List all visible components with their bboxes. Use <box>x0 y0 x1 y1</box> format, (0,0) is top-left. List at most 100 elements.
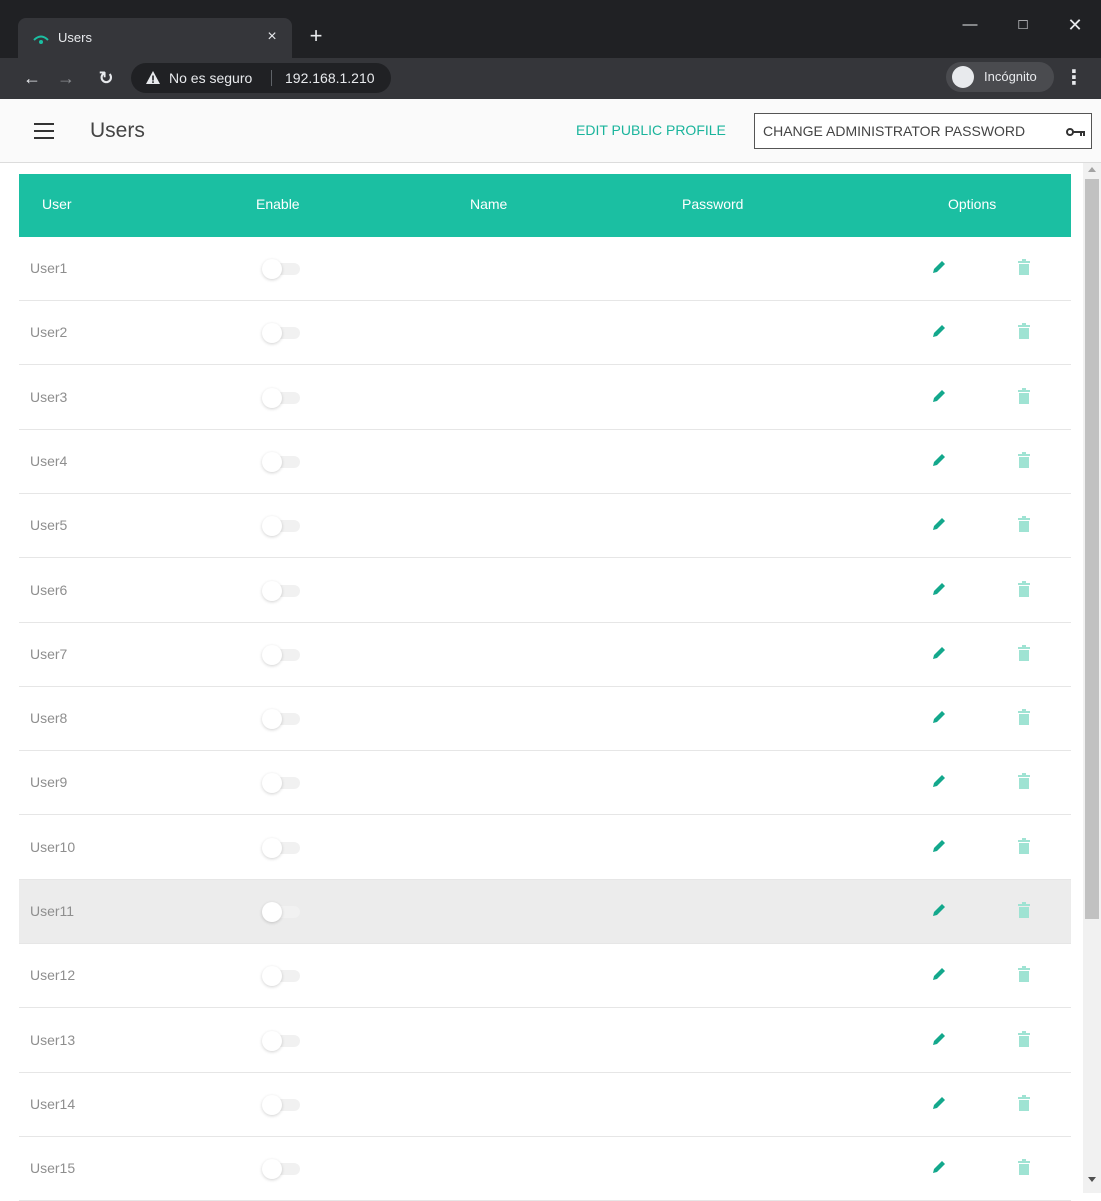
minimize-icon[interactable]: — <box>950 10 990 40</box>
maximize-icon[interactable]: □ <box>1003 10 1043 40</box>
reload-icon[interactable]: ↻ <box>92 64 120 92</box>
incognito-icon <box>952 66 974 88</box>
warning-icon[interactable] <box>145 70 161 86</box>
hamburger-menu-icon[interactable] <box>34 123 54 139</box>
toggle-knob <box>262 709 282 730</box>
edit-pencil-icon[interactable] <box>931 645 947 661</box>
trash-icon[interactable] <box>1017 1030 1031 1047</box>
enable-toggle[interactable] <box>262 902 302 922</box>
enable-toggle[interactable] <box>262 516 302 537</box>
table-row: User9 <box>19 751 1071 816</box>
toggle-knob <box>262 1159 282 1180</box>
tab-close-icon[interactable]: × <box>262 27 282 47</box>
edit-pencil-icon[interactable] <box>931 388 947 404</box>
scrollbar[interactable] <box>1083 163 1101 1193</box>
table-row: User11 <box>19 880 1071 944</box>
tab-title: Users <box>58 30 92 45</box>
user-cell: User8 <box>30 710 68 727</box>
trash-icon[interactable] <box>1017 902 1031 918</box>
enable-toggle[interactable] <box>262 323 302 344</box>
url-text[interactable]: 192.168.1.210 <box>285 70 375 86</box>
edit-pencil-icon[interactable] <box>931 1095 947 1111</box>
user-cell: User12 <box>30 967 76 984</box>
table-row: User3 <box>19 365 1071 430</box>
edit-pencil-icon[interactable] <box>931 709 947 725</box>
table-row: User2 <box>19 301 1071 366</box>
user-cell: User9 <box>30 774 68 791</box>
enable-toggle[interactable] <box>262 966 302 987</box>
edit-pencil-icon[interactable] <box>931 838 947 854</box>
tab-users[interactable]: Users × <box>18 18 292 58</box>
edit-pencil-icon[interactable] <box>931 773 947 789</box>
user-cell: User6 <box>30 581 68 598</box>
trash-icon[interactable] <box>1017 1094 1031 1111</box>
table-row: User8 <box>19 687 1071 752</box>
column-header-user: User <box>42 196 72 212</box>
enable-toggle[interactable] <box>262 1030 302 1051</box>
enable-toggle[interactable] <box>262 1094 302 1115</box>
column-header-enable: Enable <box>256 196 300 212</box>
table-row: User4 <box>19 429 1071 494</box>
page-title: Users <box>90 119 145 142</box>
enable-toggle[interactable] <box>262 644 302 665</box>
enable-toggle[interactable] <box>262 451 302 472</box>
edit-pencil-icon[interactable] <box>931 581 947 597</box>
security-status[interactable]: No es seguro <box>169 70 252 86</box>
scroll-down-arrow-icon[interactable] <box>1088 1177 1096 1182</box>
close-window-icon[interactable]: ✕ <box>1055 10 1095 40</box>
incognito-badge[interactable]: Incógnito <box>946 62 1054 92</box>
trash-icon[interactable] <box>1017 580 1031 597</box>
enable-toggle[interactable] <box>262 837 302 858</box>
change-admin-password-label: CHANGE ADMINISTRATOR PASSWORD <box>763 123 1026 139</box>
trash-icon[interactable] <box>1017 709 1031 726</box>
trash-icon[interactable] <box>1017 773 1031 790</box>
app-header: Users EDIT PUBLIC PROFILE CHANGE ADMINIS… <box>0 99 1101 163</box>
trash-icon[interactable] <box>1017 1159 1031 1176</box>
edit-pencil-icon[interactable] <box>931 516 947 532</box>
omnibox-separator <box>271 70 272 86</box>
trash-icon[interactable] <box>1017 451 1031 468</box>
change-admin-password-button[interactable]: CHANGE ADMINISTRATOR PASSWORD <box>754 113 1092 149</box>
edit-pencil-icon[interactable] <box>931 452 947 468</box>
browser-menu-icon[interactable]: ⋮ <box>1064 64 1084 92</box>
users-table: User Enable Name Password Options User1 U… <box>0 163 1101 1201</box>
edit-public-profile-link[interactable]: EDIT PUBLIC PROFILE <box>576 122 726 138</box>
user-cell: User4 <box>30 452 68 469</box>
forward-arrow-icon[interactable]: → <box>52 64 80 92</box>
user-cell: User15 <box>30 1160 76 1177</box>
enable-toggle[interactable] <box>262 773 302 794</box>
trash-icon[interactable] <box>1017 323 1031 340</box>
user-cell: User2 <box>30 324 68 341</box>
edit-pencil-icon[interactable] <box>931 966 947 982</box>
trash-icon[interactable] <box>1017 644 1031 661</box>
edit-pencil-icon[interactable] <box>931 1159 947 1175</box>
edit-pencil-icon[interactable] <box>931 1031 947 1047</box>
enable-toggle[interactable] <box>262 259 302 279</box>
table-row: User15 <box>19 1137 1071 1201</box>
trash-icon[interactable] <box>1017 259 1031 275</box>
trash-icon[interactable] <box>1017 387 1031 404</box>
trash-icon[interactable] <box>1017 837 1031 854</box>
key-icon <box>1066 128 1085 136</box>
browser-toolbar: ← → ↻ No es seguro 192.168.1.210 ☆ <box>0 58 1101 99</box>
enable-toggle[interactable] <box>262 387 302 408</box>
trash-icon[interactable] <box>1017 966 1031 983</box>
edit-pencil-icon[interactable] <box>931 902 947 918</box>
column-header-password: Password <box>682 196 744 212</box>
enable-toggle[interactable] <box>262 709 302 730</box>
trash-icon[interactable] <box>1017 516 1031 533</box>
enable-toggle[interactable] <box>262 1159 302 1180</box>
omnibox-field[interactable]: No es seguro 192.168.1.210 <box>131 63 391 93</box>
scroll-up-arrow-icon[interactable] <box>1088 167 1096 172</box>
address-bar[interactable]: No es seguro 192.168.1.210 ☆ <box>131 63 1061 93</box>
tab-strip: Users × + — □ ✕ <box>0 0 1101 58</box>
scrollbar-thumb[interactable] <box>1085 179 1099 919</box>
user-cell: User13 <box>30 1031 76 1048</box>
user-cell: User1 <box>30 260 68 276</box>
new-tab-button[interactable]: + <box>304 24 328 48</box>
back-arrow-icon[interactable]: ← <box>18 64 46 92</box>
enable-toggle[interactable] <box>262 580 302 601</box>
toggle-knob <box>262 966 282 987</box>
edit-pencil-icon[interactable] <box>931 259 947 275</box>
edit-pencil-icon[interactable] <box>931 323 947 339</box>
